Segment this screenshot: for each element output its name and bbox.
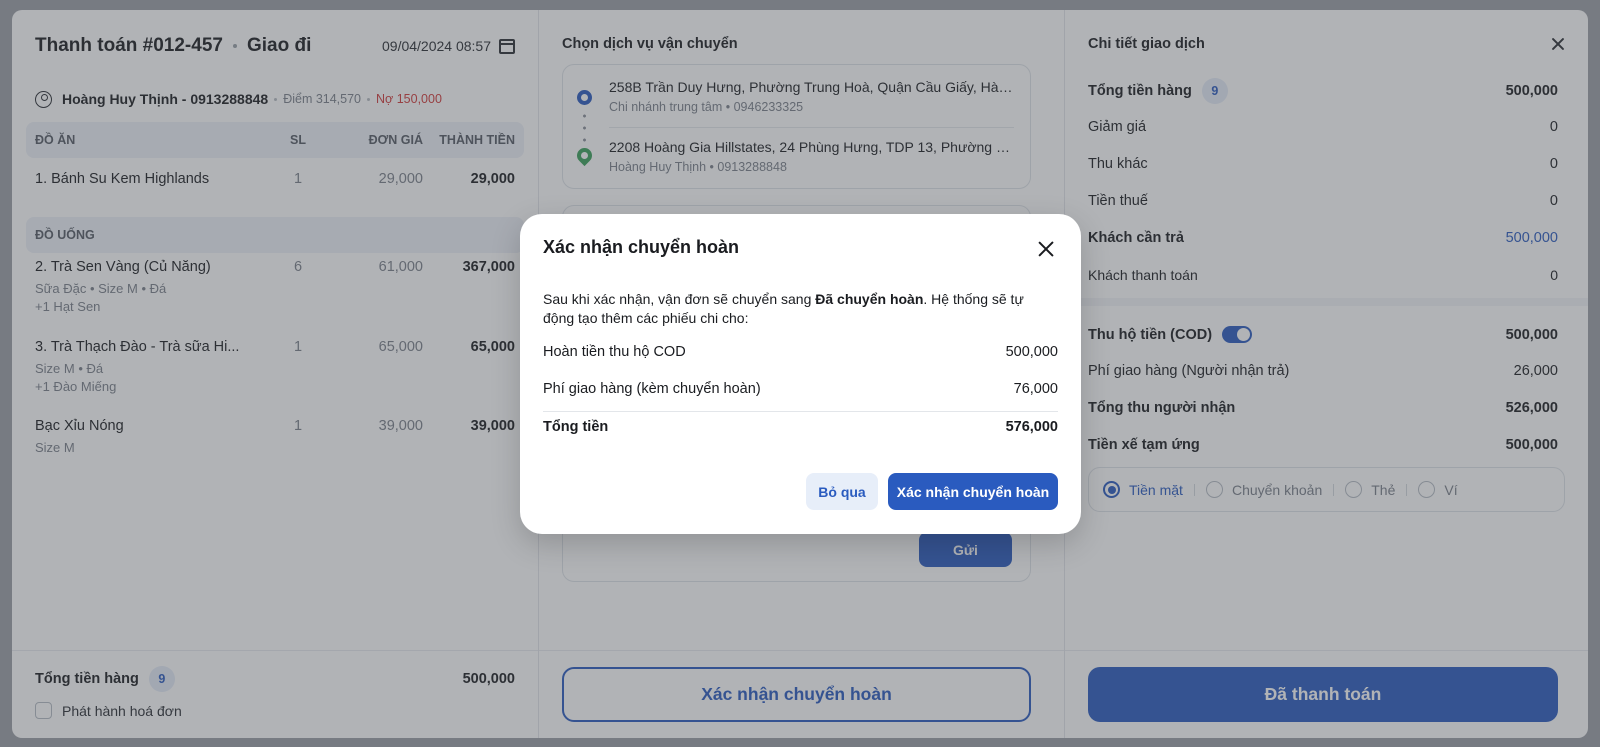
refund-cod-value: 500,000 bbox=[1005, 344, 1058, 360]
dialog-description: Sau khi xác nhận, vận đơn sẽ chuyển sang… bbox=[543, 290, 1058, 327]
desc-status: Đã chuyển hoàn bbox=[815, 291, 924, 307]
return-fee-label: Phí giao hàng (kèm chuyển hoàn) bbox=[543, 381, 761, 397]
desc-pre: Sau khi xác nhận, vận đơn sẽ chuyển sang bbox=[543, 291, 816, 307]
confirm-return-dialog: Xác nhận chuyển hoàn Sau khi xác nhận, v… bbox=[520, 214, 1081, 534]
close-icon[interactable] bbox=[1038, 241, 1054, 257]
refund-cod-row: Hoàn tiền thu hộ COD 500,000 bbox=[543, 344, 1058, 360]
divider bbox=[543, 411, 1058, 412]
dialog-total-row: Tổng tiền 576,000 bbox=[543, 419, 1058, 435]
skip-button[interactable]: Bỏ qua bbox=[806, 473, 878, 510]
return-fee-row: Phí giao hàng (kèm chuyển hoàn) 76,000 bbox=[543, 381, 1058, 397]
dialog-total-value: 576,000 bbox=[1005, 419, 1058, 435]
return-fee-value: 76,000 bbox=[1013, 381, 1058, 397]
dialog-title: Xác nhận chuyển hoàn bbox=[543, 237, 740, 257]
refund-cod-label: Hoàn tiền thu hộ COD bbox=[543, 344, 686, 360]
confirm-return-dialog-button[interactable]: Xác nhận chuyển hoàn bbox=[888, 473, 1058, 510]
dialog-total-label: Tổng tiền bbox=[543, 419, 609, 435]
